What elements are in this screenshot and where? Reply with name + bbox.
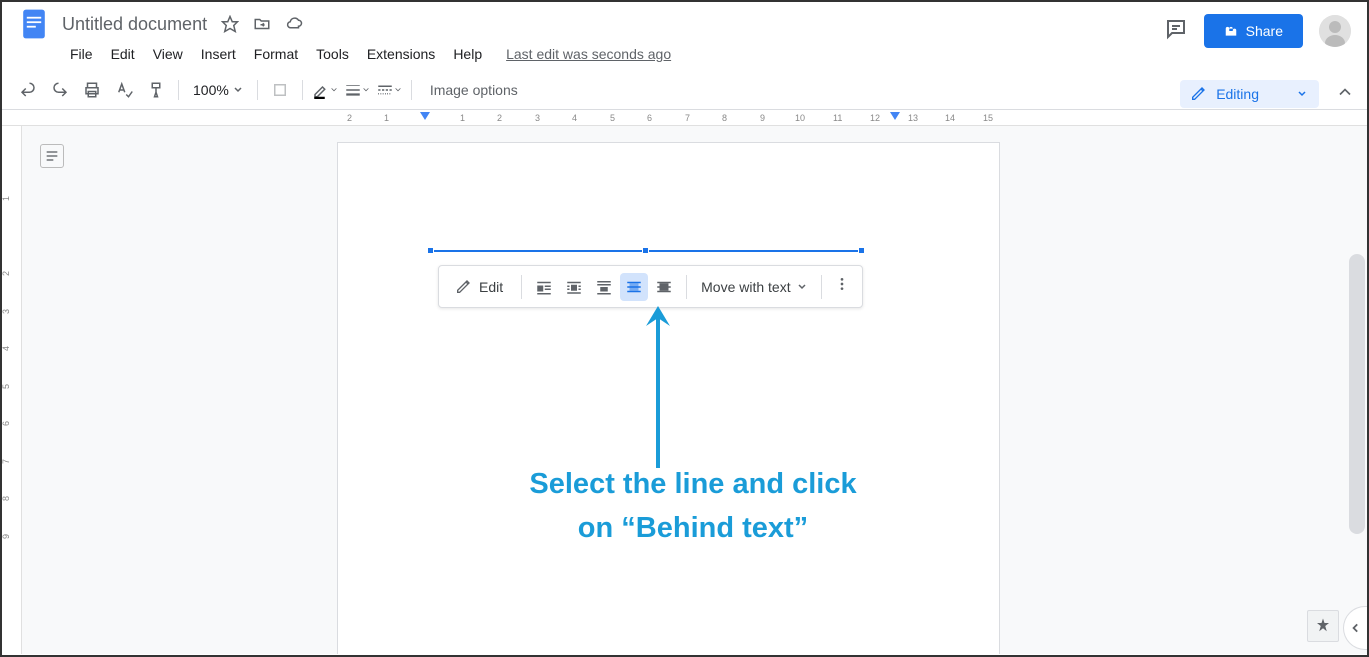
- wrap-inline-button[interactable]: [530, 273, 558, 301]
- menu-format[interactable]: Format: [246, 42, 306, 66]
- in-front-text-button[interactable]: [650, 273, 678, 301]
- menu-extensions[interactable]: Extensions: [359, 42, 443, 66]
- menu-edit[interactable]: Edit: [103, 42, 143, 66]
- spellcheck-button[interactable]: [110, 76, 138, 104]
- undo-button[interactable]: [14, 76, 42, 104]
- main-toolbar: 100% Image options: [2, 70, 1367, 110]
- star-icon[interactable]: [221, 15, 239, 33]
- cloud-status-icon[interactable]: [285, 15, 303, 33]
- user-avatar[interactable]: [1319, 15, 1351, 47]
- border-weight-button[interactable]: [343, 76, 371, 104]
- menu-help[interactable]: Help: [445, 42, 490, 66]
- edit-drawing-button[interactable]: Edit: [447, 275, 513, 299]
- last-edit-link[interactable]: Last edit was seconds ago: [506, 46, 671, 62]
- wrap-text-button[interactable]: [560, 273, 588, 301]
- border-color-button[interactable]: [311, 76, 339, 104]
- horizontal-ruler[interactable]: 2 1 1 2 3 4 5 6 7 8 9 10 11 12 13 14 15: [2, 110, 1367, 126]
- docs-app-icon[interactable]: [14, 4, 54, 44]
- resize-handle-mid[interactable]: [642, 247, 649, 254]
- menu-bar: File Edit View Insert Format Tools Exten…: [2, 38, 1367, 70]
- resize-handle-right[interactable]: [858, 247, 865, 254]
- move-folder-icon[interactable]: [253, 15, 271, 33]
- explore-button[interactable]: [1307, 610, 1339, 642]
- zoom-dropdown[interactable]: 100%: [187, 82, 249, 98]
- document-page[interactable]: Edit Move with text: [337, 142, 1000, 654]
- print-button[interactable]: [78, 76, 106, 104]
- share-label: Share: [1246, 23, 1283, 39]
- menu-file[interactable]: File: [62, 42, 101, 66]
- more-options-icon[interactable]: [830, 272, 854, 301]
- crop-button: [266, 76, 294, 104]
- paint-format-button[interactable]: [142, 76, 170, 104]
- resize-handle-left[interactable]: [427, 247, 434, 254]
- menu-view[interactable]: View: [145, 42, 191, 66]
- redo-button[interactable]: [46, 76, 74, 104]
- comment-history-icon[interactable]: [1164, 17, 1188, 46]
- move-with-text-dropdown[interactable]: Move with text: [695, 275, 812, 299]
- vertical-ruler[interactable]: 1 2 3 4 5 6 7 8 9: [2, 126, 22, 654]
- vertical-scrollbar[interactable]: [1349, 254, 1365, 534]
- border-dash-button[interactable]: [375, 76, 403, 104]
- menu-insert[interactable]: Insert: [193, 42, 244, 66]
- selected-drawing-line[interactable]: [431, 250, 861, 251]
- image-options-button[interactable]: Image options: [420, 82, 528, 98]
- editing-mode-dropdown[interactable]: Editing: [1180, 80, 1319, 108]
- collapse-toolbar-icon[interactable]: [1335, 82, 1355, 107]
- share-button[interactable]: Share: [1204, 14, 1303, 48]
- image-context-toolbar: Edit Move with text: [438, 265, 863, 308]
- behind-text-button[interactable]: [620, 273, 648, 301]
- break-text-button[interactable]: [590, 273, 618, 301]
- menu-tools[interactable]: Tools: [308, 42, 357, 66]
- document-title[interactable]: Untitled document: [62, 14, 207, 35]
